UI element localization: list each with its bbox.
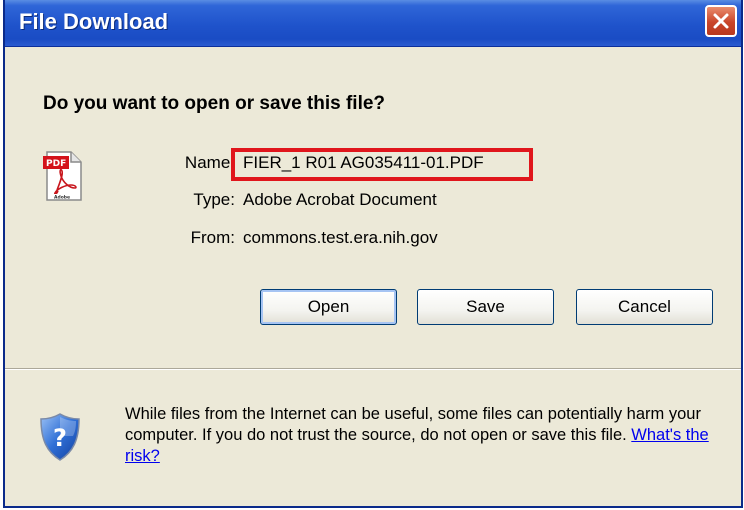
pdf-file-icon: PDF Adobe: [43, 151, 82, 201]
svg-text:Adobe: Adobe: [54, 195, 70, 201]
name-label: Name:: [184, 153, 235, 172]
dialog-question: Do you want to open or save this file?: [43, 93, 386, 114]
svg-text:PDF: PDF: [46, 159, 66, 169]
file-download-dialog: File Download Do you want to open or sav…: [3, 0, 743, 508]
warning-text: While files from the Internet can be use…: [125, 405, 701, 444]
file-type: Adobe Acrobat Document: [243, 190, 437, 209]
security-warning: While files from the Internet can be use…: [125, 404, 725, 467]
divider: [5, 368, 741, 370]
cancel-button[interactable]: Cancel: [576, 289, 713, 325]
shield-question-icon: ?: [40, 413, 80, 461]
window-title: File Download: [19, 9, 169, 34]
file-source: commons.test.era.nih.gov: [243, 228, 438, 247]
save-button[interactable]: Save: [417, 289, 554, 325]
type-label: Type:: [193, 190, 235, 209]
title-bar[interactable]: File Download: [5, 0, 741, 47]
filename-highlight: [231, 148, 533, 181]
svg-text:?: ?: [53, 424, 67, 452]
open-button[interactable]: Open: [260, 289, 397, 325]
close-icon: [713, 13, 729, 29]
close-button[interactable]: [705, 5, 737, 37]
from-label: From:: [190, 228, 235, 247]
